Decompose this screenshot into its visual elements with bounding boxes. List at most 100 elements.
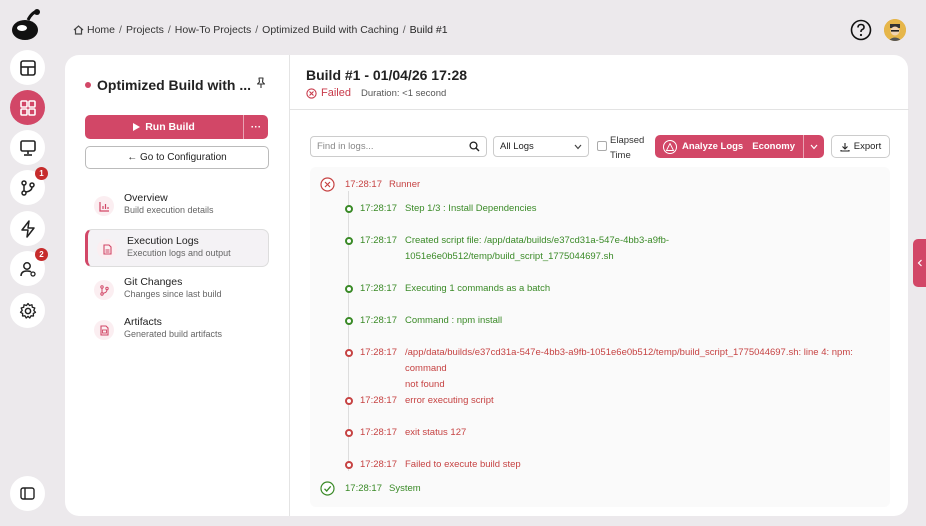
breadcrumb-projects[interactable]: Projects [126, 24, 164, 36]
pin-icon[interactable] [255, 77, 267, 89]
chevron-down-icon [574, 144, 582, 150]
log-message: Command : npm install [405, 315, 503, 326]
log-message: Created script file: /app/data/builds/e3… [405, 235, 670, 246]
sidebar-icon [20, 487, 35, 500]
nav-item-subtitle: Generated build artifacts [124, 329, 223, 339]
chart-icon [98, 201, 109, 212]
collapse-panel-tab[interactable] [913, 239, 926, 287]
breadcrumb-project[interactable]: Optimized Build with Caching [262, 24, 399, 36]
log-timestamp: 17:28:17 [360, 347, 397, 358]
monitor-icon [19, 139, 36, 156]
step-ok-icon [345, 317, 353, 325]
search-input[interactable]: Find in logs... [310, 136, 487, 157]
log-message-cont: 1051e6e0b512/temp/build_script_177504469… [405, 251, 614, 262]
triggers-nav-button[interactable] [10, 211, 45, 246]
file-icon [99, 324, 109, 336]
breadcrumb: Home / Projects / How-To Projects / Opti… [73, 24, 448, 36]
sidebar-toggle-button[interactable] [10, 476, 45, 511]
log-timestamp: 17:28:17 [360, 459, 397, 470]
nav-item-title: Overview [124, 192, 168, 204]
analyze-mode-dropdown[interactable] [804, 144, 824, 150]
export-button[interactable]: Export [831, 135, 890, 158]
breadcrumb-how-to-projects[interactable]: How-To Projects [175, 24, 251, 36]
step-ok-icon [345, 285, 353, 293]
elapsed-time-label: Elapsed Time [610, 133, 644, 163]
log-message: Executing 1 commands as a batch [405, 283, 551, 294]
search-icon [469, 141, 480, 152]
monitor-nav-button[interactable] [10, 130, 45, 165]
nav-item-execution-logs[interactable]: Execution Logs Execution logs and output [85, 229, 269, 267]
log-message: System [389, 483, 421, 494]
users-nav-button[interactable]: 2 [10, 248, 48, 286]
project-panel: Optimized Build with ... Run Build ··· ←… [65, 55, 289, 516]
git-branch-icon [20, 179, 35, 196]
log-message: Failed to execute build step [405, 459, 521, 470]
build-status-row: Failed Duration: <1 second [306, 87, 446, 99]
document-icon [102, 243, 112, 255]
avatar[interactable] [884, 19, 906, 41]
left-rail: 1 2 [0, 0, 52, 526]
header-divider [290, 109, 909, 110]
log-timestamp: 17:28:17 [345, 483, 382, 494]
build-title: Build #1 - 01/04/26 17:28 [306, 67, 468, 83]
project-status-dot [85, 82, 91, 88]
help-icon[interactable] [850, 19, 872, 41]
user-avatar-icon [884, 19, 906, 41]
dashboard-nav-button[interactable] [10, 50, 45, 85]
build-panel: Build #1 - 01/04/26 17:28 Failed Duratio… [289, 55, 909, 516]
chevron-down-icon [810, 144, 818, 149]
play-icon [133, 123, 141, 131]
logs-icon-wrap [97, 239, 117, 259]
log-timestamp: 17:28:17 [360, 235, 397, 246]
export-label: Export [853, 141, 882, 152]
build-duration: Duration: <1 second [360, 87, 447, 99]
failed-icon [306, 87, 317, 99]
nav-item-git-changes[interactable]: Git Changes Changes since last build [85, 271, 269, 309]
settings-nav-button[interactable] [10, 293, 45, 328]
home-icon[interactable] [73, 25, 84, 35]
analyze-mode-label: Economy [752, 141, 795, 152]
elapsed-line1: Elapsed [610, 135, 645, 146]
app-logo[interactable] [10, 8, 42, 42]
run-build-main[interactable]: Run Build [85, 115, 244, 139]
step-ok-icon [345, 237, 353, 245]
step-ok-icon [345, 205, 353, 213]
git-icon-wrap [94, 280, 114, 300]
step-error-icon [345, 461, 353, 469]
log-message: error executing script [405, 395, 494, 406]
artifacts-icon-wrap [94, 320, 114, 340]
nav-item-subtitle: Changes since last build [124, 289, 222, 299]
search-placeholder: Find in logs... [317, 141, 374, 152]
log-filter-select[interactable]: All Logs [493, 136, 589, 157]
log-viewer: 17:28:17 Runner 17:28:17 Step 1/3 : Inst… [310, 167, 890, 507]
nav-item-subtitle: Build execution details [124, 205, 214, 215]
analyze-logs-button[interactable]: Analyze Logs Economy [655, 135, 824, 158]
gear-icon [19, 302, 36, 319]
chevron-left-icon [917, 259, 922, 267]
branches-nav-button[interactable]: 1 [10, 167, 48, 205]
go-to-configuration-button[interactable]: ← Go to Configuration [85, 146, 269, 169]
layout-icon [19, 59, 36, 76]
nav-item-overview[interactable]: Overview Build execution details [85, 187, 269, 225]
breadcrumb-home[interactable]: Home [87, 24, 115, 36]
log-filter-value: All Logs [500, 141, 534, 152]
projects-nav-button[interactable] [10, 90, 45, 125]
log-timestamp: 17:28:17 [360, 315, 397, 326]
ai-icon [662, 139, 677, 154]
elapsed-time-checkbox[interactable] [597, 141, 607, 151]
run-build-button[interactable]: Run Build ··· [85, 115, 268, 139]
users-badge: 2 [35, 248, 48, 261]
step-error-icon [345, 429, 353, 437]
system-success-icon [320, 481, 335, 496]
analyze-logs-main[interactable]: Analyze Logs Economy [655, 135, 804, 158]
log-message-cont: command not found [405, 363, 447, 390]
user-settings-icon [19, 261, 36, 277]
nav-item-artifacts[interactable]: Artifacts Generated build artifacts [85, 311, 269, 349]
download-icon [840, 142, 850, 152]
run-build-label: Run Build [145, 121, 195, 133]
runner-failed-icon [320, 177, 335, 192]
run-build-more-button[interactable]: ··· [244, 121, 268, 133]
step-error-icon [345, 397, 353, 405]
log-timestamp: 17:28:17 [345, 179, 382, 190]
log-timestamp: 17:28:17 [360, 395, 397, 406]
